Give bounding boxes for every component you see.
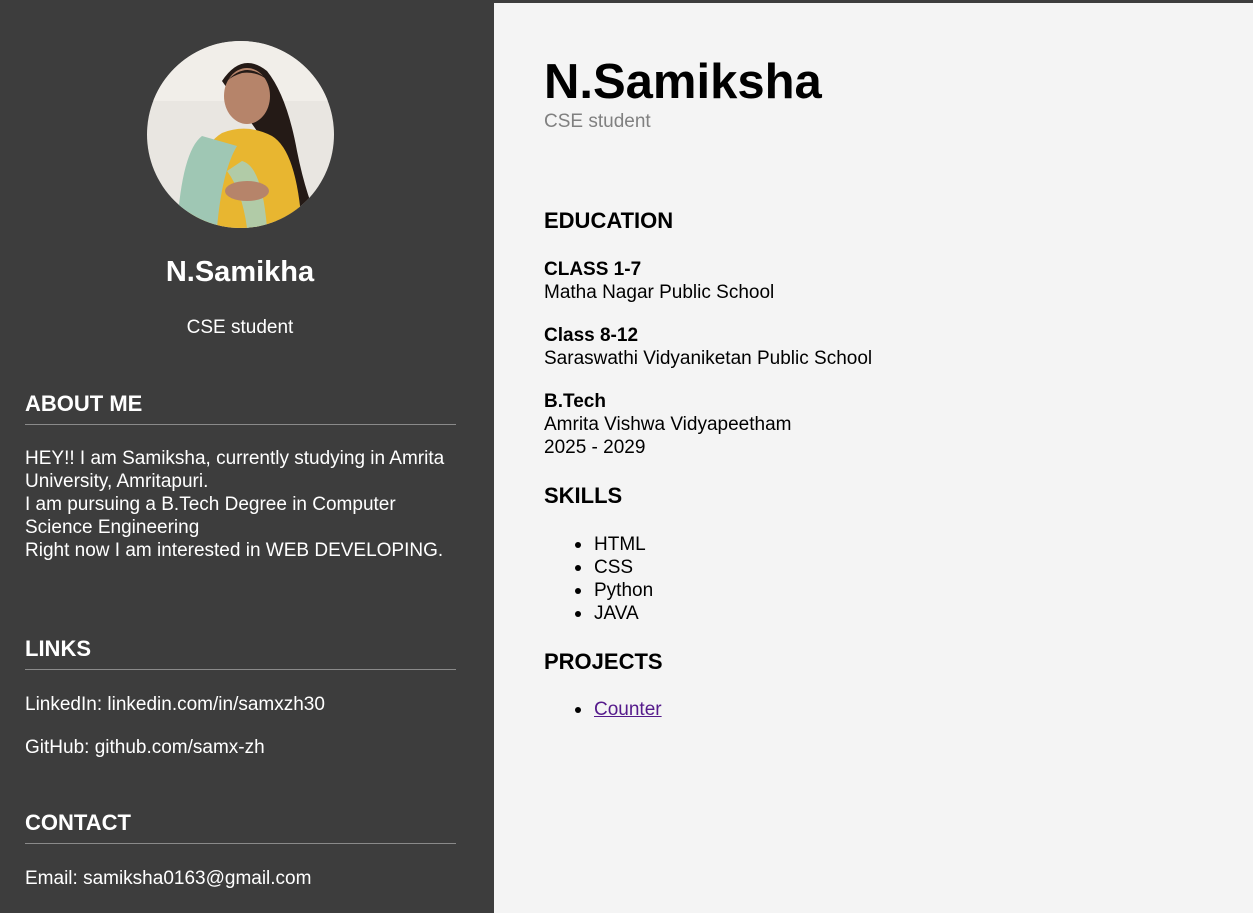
projects-heading: PROJECTS bbox=[544, 649, 663, 674]
about-heading: ABOUT ME bbox=[25, 391, 456, 425]
sidebar-role: CSE student bbox=[186, 317, 294, 338]
education-years: 2025 - 2029 bbox=[544, 437, 646, 458]
contact-email: Email: samiksha0163@gmail.com bbox=[25, 868, 312, 889]
about-line: I am pursuing a B.Tech Degree in Compute… bbox=[25, 494, 396, 538]
avatar bbox=[147, 41, 334, 228]
skill-item: HTML bbox=[574, 533, 653, 556]
education-heading: EDUCATION bbox=[544, 208, 674, 233]
skills-list: HTML CSS Python JAVA bbox=[574, 533, 654, 625]
contact-heading: CONTACT bbox=[25, 810, 456, 844]
education-level: CLASS 1-7 bbox=[544, 259, 642, 280]
skill-item: JAVA bbox=[574, 602, 653, 625]
education-school: Amrita Vishwa Vidyapeetham bbox=[544, 414, 792, 435]
education-school: Matha Nagar Public School bbox=[544, 282, 775, 303]
about-text: HEY!! I am Samiksha, currently studying … bbox=[25, 447, 445, 562]
main-content: N.Samiksha CSE student EDUCATION CLASS 1… bbox=[494, 3, 1253, 913]
education-level: Class 8-12 bbox=[544, 325, 639, 346]
education-item: B.Tech Amrita Vishwa Vidyapeetham 2025 -… bbox=[544, 390, 791, 459]
page-subtitle: CSE student bbox=[544, 111, 651, 132]
about-line: HEY!! I am Samiksha, currently studying … bbox=[25, 448, 445, 492]
skill-item: Python bbox=[574, 580, 654, 601]
linkedin-link: LinkedIn: linkedin.com/in/samxzh30 bbox=[25, 694, 325, 715]
project-link-counter[interactable]: Counter bbox=[594, 699, 662, 720]
education-school: Saraswathi Vidyaniketan Public School bbox=[544, 348, 873, 369]
links-heading: LINKS bbox=[25, 636, 456, 670]
education-level: B.Tech bbox=[544, 391, 606, 412]
skill-item: CSS bbox=[574, 556, 653, 579]
sidebar-name: N.Samikha bbox=[165, 256, 315, 288]
about-line: Right now I am interested in WEB DEVELOP… bbox=[25, 540, 444, 561]
project-item: Counter bbox=[575, 698, 662, 721]
github-link: GitHub: github.com/samx-zh bbox=[25, 737, 265, 758]
sidebar: N.Samikha CSE student ABOUT ME HEY!! I a… bbox=[0, 0, 494, 913]
education-item: CLASS 1-7 Matha Nagar Public School bbox=[544, 258, 774, 304]
page-title: N.Samiksha bbox=[544, 55, 822, 109]
skills-heading: SKILLS bbox=[544, 483, 623, 508]
projects-list: Counter bbox=[575, 698, 662, 721]
education-item: Class 8-12 Saraswathi Vidyaniketan Publi… bbox=[544, 324, 872, 370]
